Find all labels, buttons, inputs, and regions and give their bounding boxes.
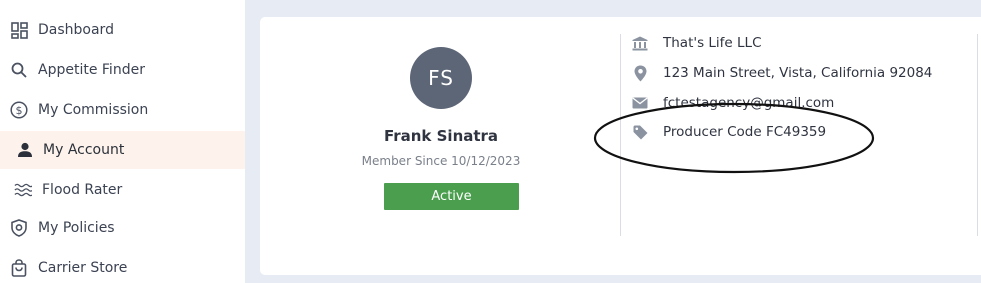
tag-icon [632,124,648,140]
envelope-icon [632,95,648,111]
dashboard-icon [10,21,28,39]
account-card: FS Frank Sinatra Member Since 10/12/2023… [260,17,981,275]
producer-code-row: Producer Code FC49359 [632,122,826,142]
sidebar-item-label: Dashboard [38,22,114,38]
sidebar-item-dashboard[interactable]: Dashboard [0,11,245,49]
sidebar-item-my-policies[interactable]: My Policies [0,209,245,247]
bank-icon [632,35,648,51]
main-content: FS Frank Sinatra Member Since 10/12/2023… [245,0,981,283]
company-row: That's Life LLC [632,33,762,53]
sidebar-item-carrier-store[interactable]: Carrier Store [0,249,245,283]
sidebar-item-label: Flood Rater [42,182,123,198]
shield-icon [10,219,28,237]
address-text: 123 Main Street, Vista, California 92084 [663,65,933,81]
card-divider-right [977,34,978,236]
location-pin-icon [632,65,648,81]
sidebar-item-label: My Policies [38,220,115,236]
sidebar: Dashboard Appetite Finder $ My Commissio… [0,0,245,283]
member-since-text: Member Since 10/12/2023 [361,154,521,168]
sidebar-item-appetite-finder[interactable]: Appetite Finder [0,51,245,89]
user-name: Frank Sinatra [383,127,499,145]
app-window: Dashboard Appetite Finder $ My Commissio… [0,0,981,283]
shopping-bag-icon [10,259,28,277]
address-row: 123 Main Street, Vista, California 92084 [632,63,932,83]
sidebar-item-my-account[interactable]: My Account [0,131,245,169]
user-icon [16,141,34,159]
email-link[interactable]: fctestagency@gmail.com [663,95,834,111]
sidebar-item-label: My Account [43,142,125,158]
producer-code: Producer Code FC49359 [663,124,827,140]
sidebar-item-label: My Commission [38,102,149,118]
svg-text:$: $ [16,104,23,117]
sidebar-item-flood-rater[interactable]: Flood Rater [0,171,245,209]
waves-icon [14,181,32,199]
status-badge: Active [384,183,519,210]
sidebar-item-label: Appetite Finder [38,62,145,78]
search-icon [10,61,28,79]
card-divider [620,34,621,236]
sidebar-item-label: Carrier Store [38,260,128,276]
avatar: FS [410,47,472,109]
dollar-icon: $ [10,101,28,119]
sidebar-item-my-commission[interactable]: $ My Commission [0,91,245,129]
email-row: fctestagency@gmail.com [632,93,834,113]
company-name: That's Life LLC [663,35,762,51]
